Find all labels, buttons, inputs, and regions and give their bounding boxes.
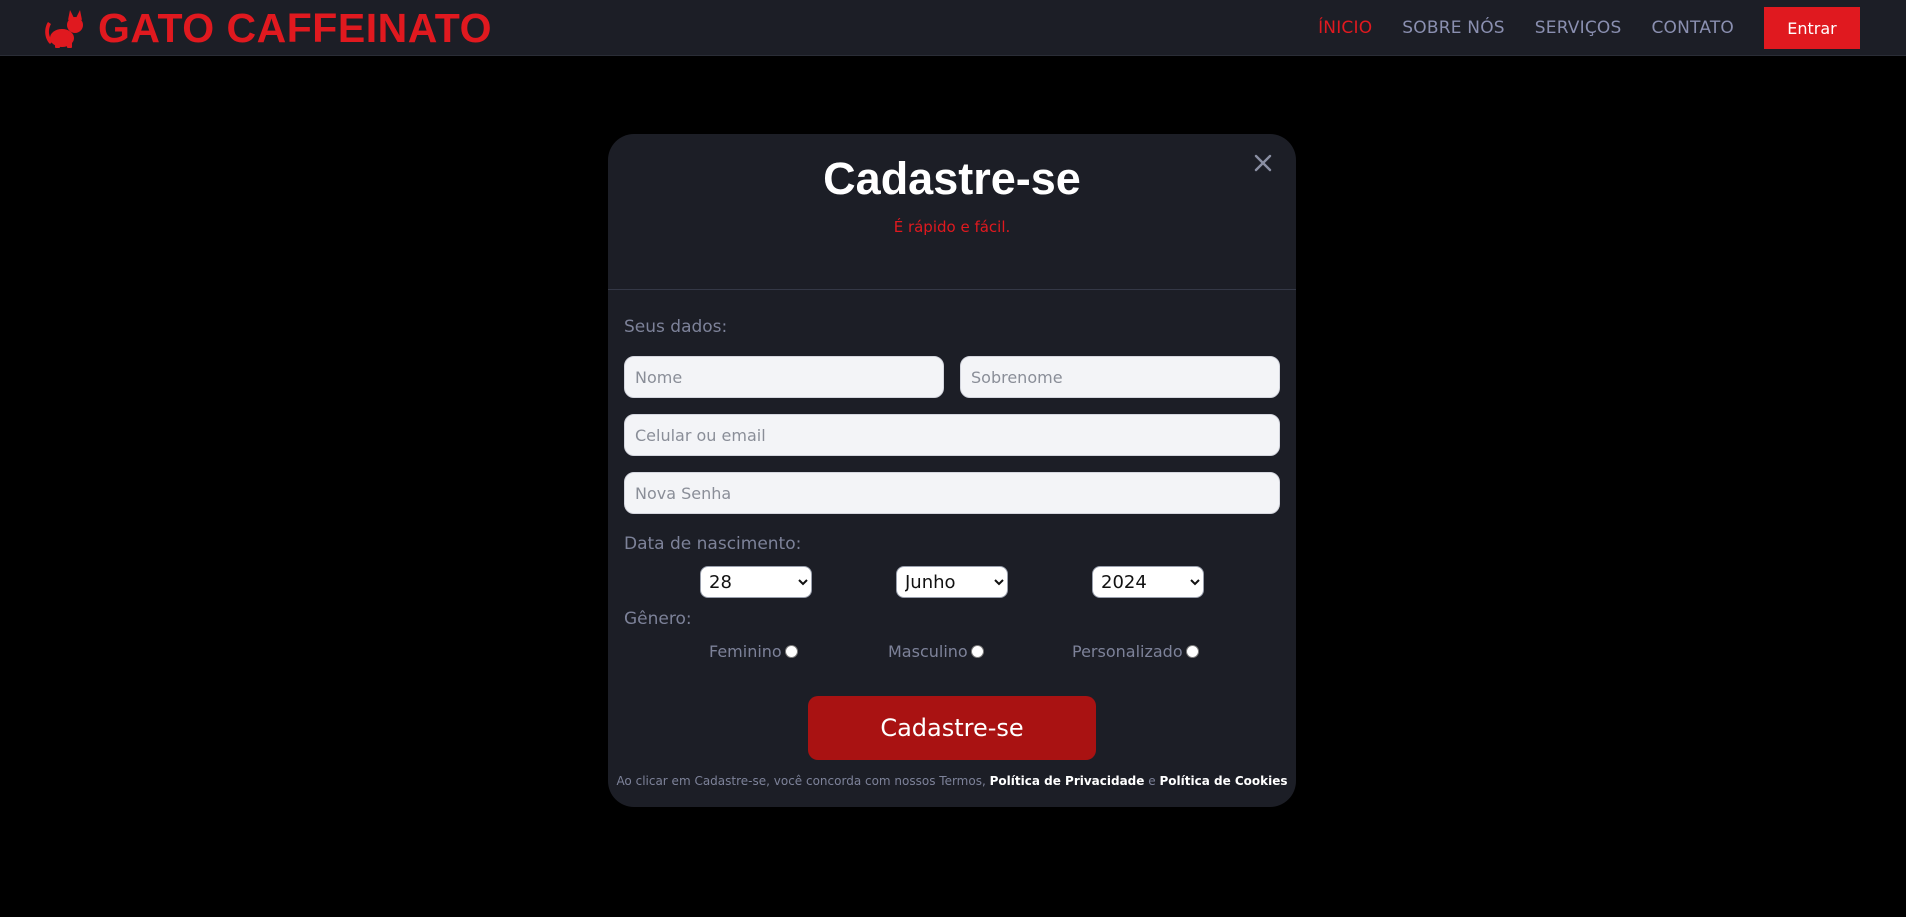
terms-text: Ao clicar em Cadastre-se, você concorda … [608, 774, 1296, 788]
nav-inicio[interactable]: ÍNICIO [1318, 18, 1372, 38]
your-data-label: Seus dados: [624, 317, 728, 337]
nav-sobre-nos[interactable]: SOBRE NÓS [1402, 18, 1504, 38]
nav-contato[interactable]: CONTATO [1651, 18, 1734, 38]
gender-option-label: Masculino [888, 642, 968, 661]
gender-option-masculino[interactable]: Masculino [888, 642, 984, 661]
main-nav: ÍNICIO SOBRE NÓS SERVIÇOS CONTATO Entrar [1318, 7, 1860, 49]
birth-month-select[interactable]: Junho [896, 566, 1008, 598]
password-input[interactable] [624, 472, 1280, 514]
brand[interactable]: GATO CAFFEINATO [42, 4, 492, 52]
nav-servicos[interactable]: SERVIÇOS [1535, 18, 1622, 38]
gender-label: Gênero: [624, 609, 692, 629]
privacy-policy-link[interactable]: Política de Privacidade [990, 774, 1145, 788]
birth-date-label: Data de nascimento: [624, 534, 802, 554]
cat-icon [42, 6, 86, 50]
signup-modal: Cadastre-se É rápido e fácil. Seus dados… [608, 134, 1296, 807]
gender-option-label: Feminino [709, 642, 782, 661]
birth-day-select[interactable]: 28 [700, 566, 812, 598]
contact-input[interactable] [624, 414, 1280, 456]
gender-radio-feminino[interactable] [784, 645, 798, 658]
gender-radio-masculino[interactable] [970, 645, 984, 658]
terms-and: e [1148, 774, 1156, 788]
brand-name: GATO CAFFEINATO [98, 4, 492, 51]
modal-title: Cadastre-se [823, 153, 1081, 204]
gender-radio-personalizado[interactable] [1185, 645, 1199, 658]
first-name-input[interactable] [624, 356, 944, 398]
top-navbar: GATO CAFFEINATO ÍNICIO SOBRE NÓS SERVIÇO… [0, 0, 1906, 56]
terms-prefix: Ao clicar em Cadastre-se, você concorda … [616, 774, 986, 788]
last-name-input[interactable] [960, 356, 1280, 398]
signup-submit-button[interactable]: Cadastre-se [808, 696, 1096, 760]
gender-option-label: Personalizado [1072, 642, 1183, 661]
cookies-policy-link[interactable]: Política de Cookies [1159, 774, 1287, 788]
divider [608, 289, 1296, 290]
login-button[interactable]: Entrar [1764, 7, 1860, 49]
gender-option-personalizado[interactable]: Personalizado [1072, 642, 1199, 661]
modal-subtitle: É rápido e fácil. [893, 218, 1011, 236]
gender-option-feminino[interactable]: Feminino [709, 642, 798, 661]
birth-year-select[interactable]: 2024 [1092, 566, 1204, 598]
